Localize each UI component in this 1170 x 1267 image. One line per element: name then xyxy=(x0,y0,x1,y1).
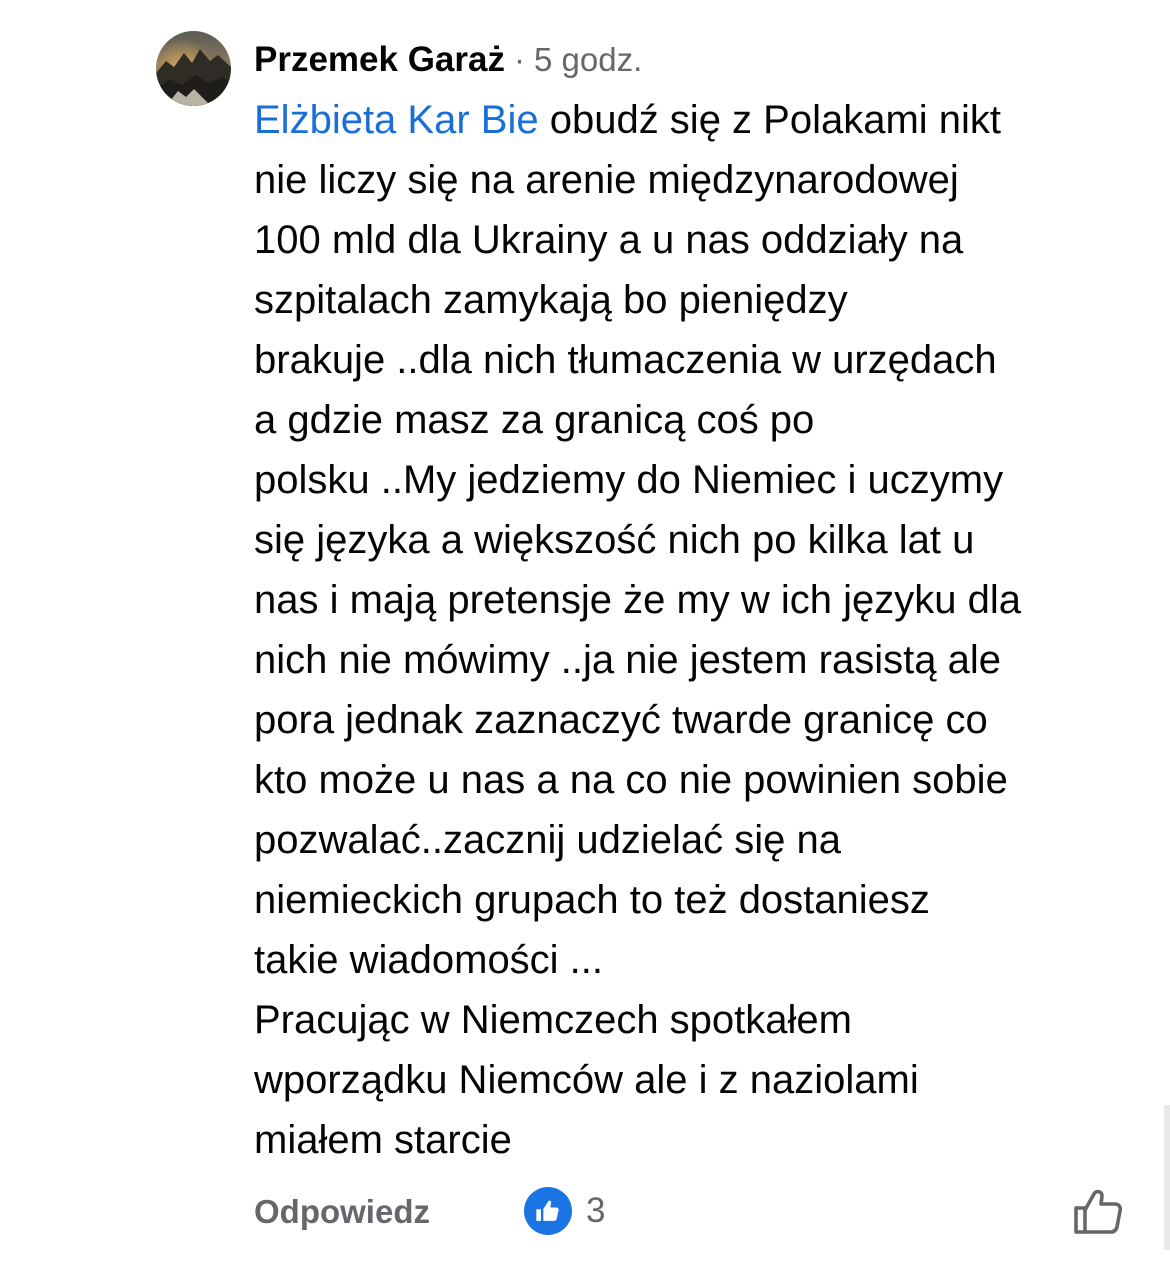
author-name[interactable]: Przemek Garaż xyxy=(254,40,505,80)
comment-line: szpitalach zamykają bo pieniędzy xyxy=(254,278,848,322)
comment-line: takie wiadomości ... xyxy=(254,938,604,982)
header-separator: · xyxy=(513,41,525,78)
comment-text-segment: obudź się z Polakami nikt xyxy=(538,98,1002,142)
author-avatar[interactable] xyxy=(156,31,231,106)
comment-body: Elżbieta Kar Bie obudź się z Polakami ni… xyxy=(254,90,1144,1170)
comment-actions: Odpowiedz 3 xyxy=(254,1186,1134,1236)
comment-line: a gdzie masz za granicą coś po xyxy=(254,398,815,442)
comment-line: niemieckich grupach to też dostaniesz xyxy=(254,878,930,922)
comment-line: pora jednak zaznaczyć twarde granicę co xyxy=(254,698,988,742)
comment-line: nie liczy się na arenie międzynarodowej xyxy=(254,158,959,202)
reaction-count: 3 xyxy=(586,1191,606,1230)
thumbs-up-outline-icon xyxy=(1072,1189,1124,1240)
comment-line: brakuje ..dla nich tłumaczenia w urzędac… xyxy=(254,338,997,382)
comment-line: Pracując w Niemczech spotkałem xyxy=(254,998,852,1042)
like-button[interactable] xyxy=(1072,1186,1124,1236)
mention-link[interactable]: Elżbieta Kar Bie xyxy=(254,98,539,142)
comment-timestamp[interactable]: 5 godz. xyxy=(534,41,642,79)
comment-line: kto może u nas a na co nie powinien sobi… xyxy=(254,758,1008,802)
reaction-summary[interactable]: 3 xyxy=(524,1186,605,1236)
comment-line: pozwalać..zacznij udzielać się na xyxy=(254,818,841,862)
comment-line: miałem starcie xyxy=(254,1118,512,1162)
like-reaction-icon xyxy=(524,1187,572,1235)
comment-header: Przemek Garaż · 5 godz. xyxy=(254,38,642,82)
comment-line: się języka a większość nich po kilka lat… xyxy=(254,518,975,562)
comment-line: nas i mają pretensje że my w ich języku … xyxy=(254,578,1021,622)
comment-line: wporządku Niemców ale i z naziolami xyxy=(254,1058,919,1102)
comment-line: 100 mld dla Ukrainy a u nas oddziały na xyxy=(254,218,964,262)
scrollbar-track[interactable] xyxy=(1164,1105,1170,1250)
reply-button[interactable]: Odpowiedz xyxy=(254,1193,430,1231)
comment-line: Elżbieta Kar Bie obudź się z Polakami ni… xyxy=(254,90,1144,150)
comment-line: nich nie mówimy ..ja nie jestem rasistą … xyxy=(254,638,1001,682)
comment-line: polsku ..My jedziemy do Niemiec i uczymy xyxy=(254,458,1004,502)
